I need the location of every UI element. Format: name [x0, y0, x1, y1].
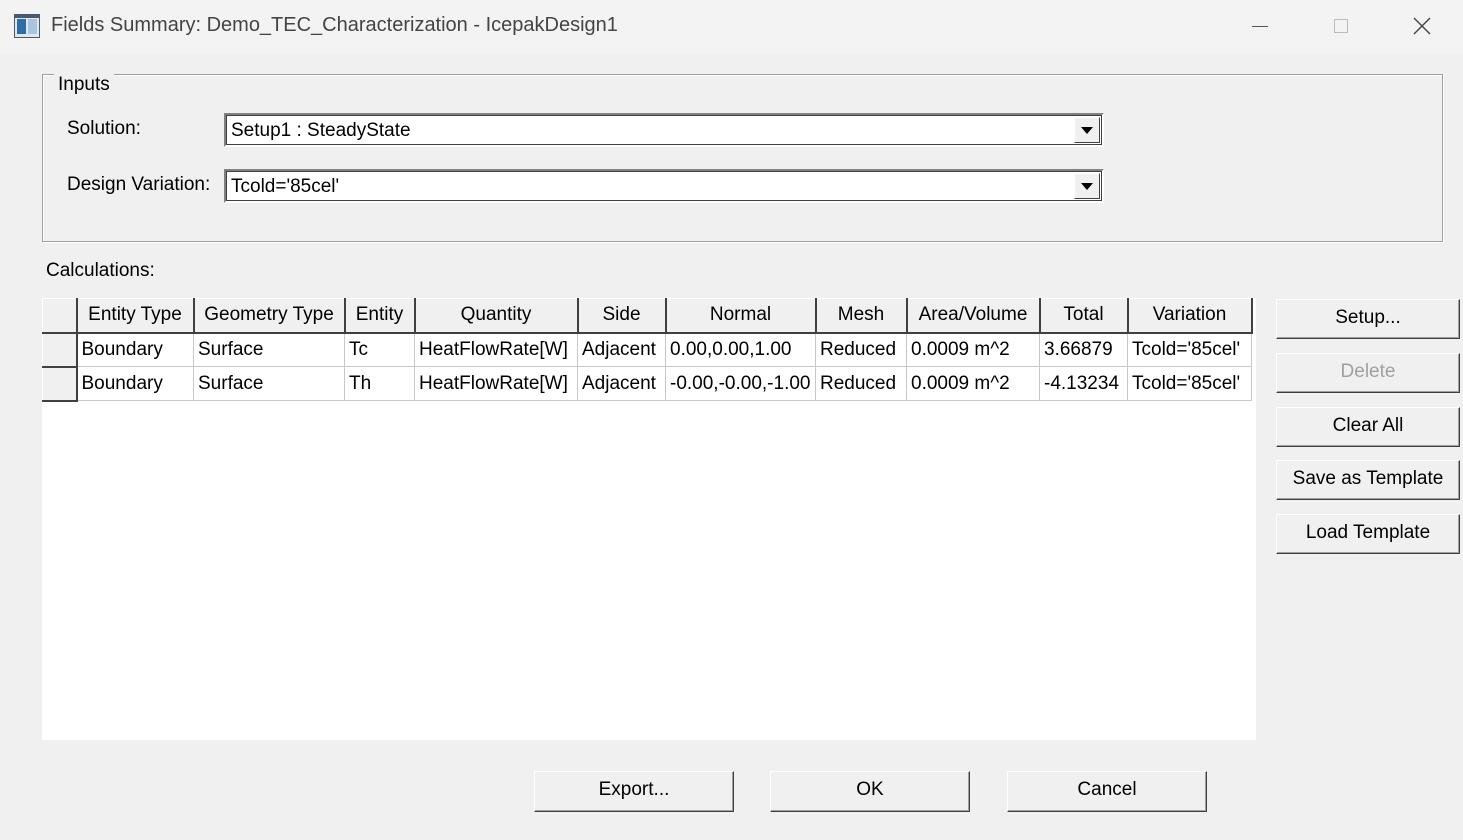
row-header[interactable] [42, 332, 78, 368]
save-as-template-button[interactable]: Save as Template [1276, 460, 1460, 500]
design-variation-label: Design Variation: [67, 174, 211, 195]
calculations-label: Calculations: [46, 260, 155, 281]
minimize-button[interactable] [1220, 0, 1300, 54]
ok-button[interactable]: OK [770, 771, 970, 812]
table-cell[interactable]: 0.0009 m^2 [906, 366, 1040, 401]
clear-all-button[interactable]: Clear All [1276, 407, 1460, 447]
design-variation-dropdown[interactable]: Tcold='85cel' [224, 169, 1104, 203]
setup-button[interactable]: Setup... [1276, 299, 1460, 339]
title-bar: Fields Summary: Demo_TEC_Characterizatio… [0, 0, 1463, 54]
column-header[interactable]: Entity Type [76, 298, 195, 334]
solution-value: Setup1 : SteadyState [231, 120, 411, 141]
table-cell[interactable]: Reduced [815, 366, 907, 401]
table-cell[interactable]: -0.00,-0.00,-1.00 [665, 366, 816, 401]
table-header-row: Entity Type Geometry Type Entity Quantit… [42, 298, 1253, 334]
minimize-icon [1252, 26, 1268, 27]
design-variation-dropdown-button[interactable] [1074, 173, 1100, 199]
column-header[interactable]: Side [577, 298, 667, 334]
table-row[interactable]: Boundary Surface Th HeatFlowRate[W] Adja… [42, 366, 1252, 402]
design-variation-value: Tcold='85cel' [231, 176, 340, 197]
delete-button[interactable]: Delete [1276, 353, 1460, 393]
table-cell[interactable]: Tcold='85cel' [1127, 332, 1252, 367]
calculations-table: Entity Type Geometry Type Entity Quantit… [42, 298, 1253, 402]
table-cell[interactable]: Boundary [76, 332, 194, 367]
table-cell[interactable]: 0.00,0.00,1.00 [665, 332, 816, 367]
window-title: Fields Summary: Demo_TEC_Characterizatio… [51, 14, 618, 36]
table-cell[interactable]: Surface [193, 332, 345, 367]
table-cell[interactable]: 3.66879 [1039, 332, 1128, 367]
table-cell[interactable]: Tcold='85cel' [1127, 366, 1252, 401]
inputs-group-label: Inputs [54, 74, 114, 96]
table-cell[interactable]: -4.13234 [1039, 366, 1128, 401]
table-cell[interactable]: 0.0009 m^2 [906, 332, 1040, 367]
table-cell[interactable]: HeatFlowRate[W] [414, 332, 578, 367]
column-header[interactable]: Variation [1127, 298, 1253, 334]
maximize-icon [1334, 19, 1348, 33]
column-header[interactable]: Mesh [815, 298, 908, 334]
table-row[interactable]: Boundary Surface Tc HeatFlowRate[W] Adja… [42, 332, 1252, 368]
maximize-button[interactable] [1301, 0, 1381, 54]
solution-dropdown-button[interactable] [1074, 117, 1100, 143]
column-header[interactable]: Total [1039, 298, 1129, 334]
solution-dropdown[interactable]: Setup1 : SteadyState [224, 113, 1104, 147]
table-cell[interactable]: Adjacent [577, 332, 666, 367]
close-button[interactable] [1382, 0, 1462, 54]
column-header[interactable]: Area/Volume [906, 298, 1041, 334]
solution-label: Solution: [67, 118, 141, 139]
cancel-button[interactable]: Cancel [1007, 771, 1207, 812]
table-cell[interactable]: Boundary [76, 366, 194, 401]
close-icon [1413, 17, 1431, 35]
export-button[interactable]: Export... [534, 771, 734, 812]
app-icon[interactable] [14, 14, 40, 38]
table-cell[interactable]: Reduced [815, 332, 907, 367]
column-header[interactable]: Normal [665, 298, 817, 334]
column-header[interactable]: Quantity [414, 298, 579, 334]
inputs-group [42, 74, 1443, 242]
table-cell[interactable]: Th [344, 366, 415, 401]
load-template-button[interactable]: Load Template [1276, 514, 1460, 554]
table-cell[interactable]: HeatFlowRate[W] [414, 366, 578, 401]
row-header[interactable] [42, 366, 78, 402]
chevron-down-icon [1081, 127, 1093, 134]
corner-header[interactable] [42, 298, 78, 334]
table-cell[interactable]: Tc [344, 332, 415, 367]
table-cell[interactable]: Adjacent [577, 366, 666, 401]
column-header[interactable]: Geometry Type [193, 298, 346, 334]
column-header[interactable]: Entity [344, 298, 416, 334]
chevron-down-icon [1081, 183, 1093, 190]
table-cell[interactable]: Surface [193, 366, 345, 401]
